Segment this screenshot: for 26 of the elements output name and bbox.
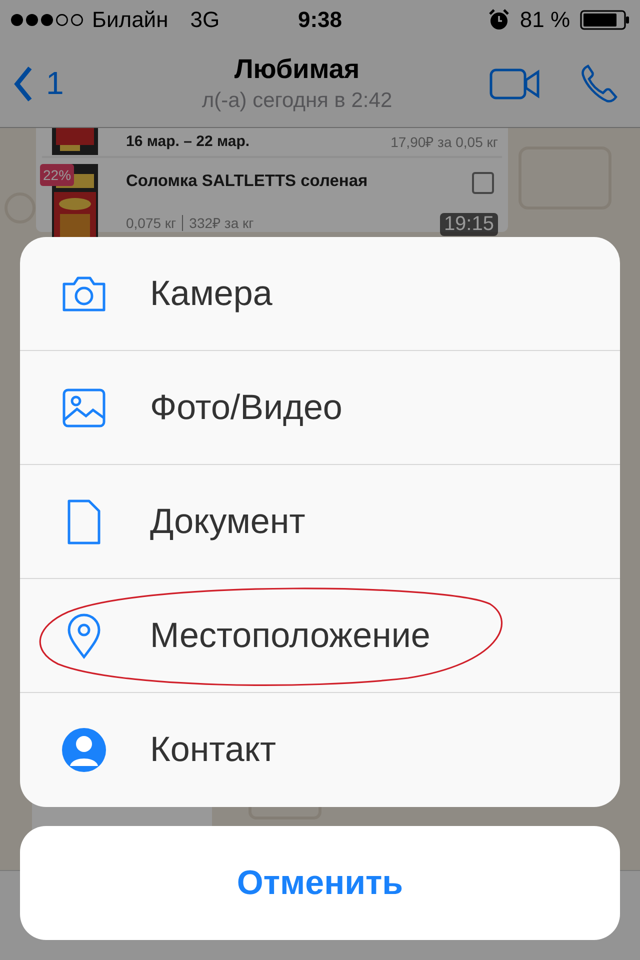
discount-badge: 22% — [40, 164, 74, 186]
carrier-name: Билайн — [92, 7, 168, 33]
network-type: 3G — [190, 7, 220, 33]
signal-icon — [10, 11, 84, 29]
menu-item[interactable]: Документ — [20, 465, 620, 579]
menu-item[interactable]: Камера — [20, 237, 620, 351]
menu-item[interactable]: Фото/Видео — [20, 351, 620, 465]
product-weight: 0,075 кг — [126, 214, 176, 230]
price-per-kg: 332₽ за кг — [189, 214, 254, 232]
battery-icon — [580, 10, 630, 30]
chat-title: Любимая — [234, 54, 360, 85]
person-icon — [60, 726, 108, 774]
message-time: 19:15 — [440, 213, 498, 236]
date-range: 16 мар. – 22 мар. — [126, 132, 251, 150]
clock-time: 9:38 — [298, 7, 342, 33]
cancel-button[interactable]: Отменить — [20, 826, 620, 940]
product-title: Соломка SALTLETTS соленая — [126, 172, 369, 191]
chevron-left-icon — [14, 66, 34, 102]
battery-percent: 81 % — [520, 7, 570, 33]
alarm-icon — [488, 9, 510, 31]
menu-item[interactable]: Контакт — [20, 693, 620, 807]
menu-item[interactable]: Местоположение — [20, 579, 620, 693]
unit-price: 17,90₽ за 0,05 кг — [390, 132, 499, 150]
last-seen-status: л(-а) сегодня в 2:42 — [202, 89, 392, 113]
checkbox[interactable] — [472, 172, 494, 194]
phone-icon[interactable] — [580, 62, 620, 104]
